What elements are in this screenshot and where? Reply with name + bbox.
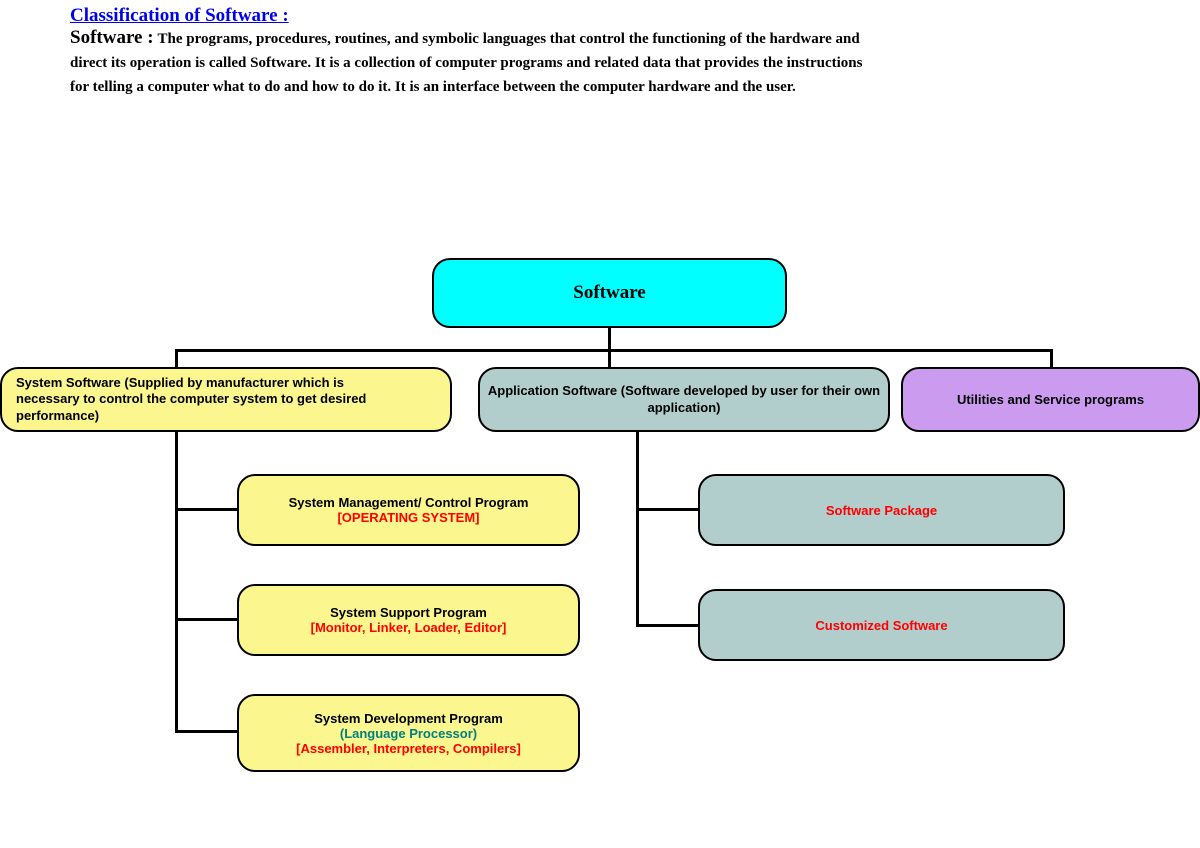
root-software-node: Software — [432, 258, 787, 328]
connector-line — [175, 349, 178, 367]
connector-line — [175, 349, 612, 352]
header-section: Classification of Software : Software : … — [0, 0, 1200, 104]
system-management-title: System Management/ Control Program — [289, 495, 529, 510]
connector-line — [175, 618, 237, 621]
application-software-node: Application Software (Software developed… — [478, 367, 890, 432]
system-software-node: System Software (Supplied by manufacture… — [0, 367, 452, 432]
system-development-node: System Development Program (Language Pro… — [237, 694, 580, 772]
system-support-title: System Support Program — [330, 605, 487, 620]
description-line-2: direct its operation is called Software.… — [70, 51, 1130, 75]
system-development-subtitle2: [Assembler, Interpreters, Compilers] — [296, 741, 521, 756]
software-package-node: Software Package — [698, 474, 1065, 546]
system-development-title: System Development Program — [314, 711, 503, 726]
connector-line — [608, 328, 611, 364]
system-support-node: System Support Program [Monitor, Linker,… — [237, 584, 580, 656]
description-line-1: The programs, procedures, routines, and … — [158, 31, 860, 47]
connector-line — [636, 432, 639, 627]
title-link: Classification of Software : — [70, 5, 289, 26]
connector-line — [1050, 349, 1053, 367]
description-line-3: for telling a computer what to do and ho… — [70, 75, 1130, 99]
customized-software-node: Customized Software — [698, 589, 1065, 661]
system-development-subtitle1: (Language Processor) — [340, 726, 477, 741]
software-label: Software : — [70, 27, 154, 48]
system-management-node: System Management/ Control Program [OPER… — [237, 474, 580, 546]
root-title: Software — [573, 282, 645, 304]
connector-line — [636, 624, 698, 627]
system-software-title: System Software (Supplied by manufacture… — [16, 375, 390, 424]
system-management-subtitle: [OPERATING SYSTEM] — [337, 510, 479, 525]
connector-line — [608, 349, 1053, 352]
utilities-title: Utilities and Service programs — [957, 392, 1144, 407]
customized-software-title: Customized Software — [815, 618, 947, 633]
connector-line — [636, 508, 698, 511]
connector-line — [175, 730, 237, 733]
software-package-title: Software Package — [826, 503, 937, 518]
system-support-subtitle: [Monitor, Linker, Loader, Editor] — [311, 620, 507, 635]
utilities-node: Utilities and Service programs — [901, 367, 1200, 432]
connector-line — [175, 508, 237, 511]
connector-line — [175, 432, 178, 732]
application-title: Application Software (Software developed… — [486, 383, 882, 416]
